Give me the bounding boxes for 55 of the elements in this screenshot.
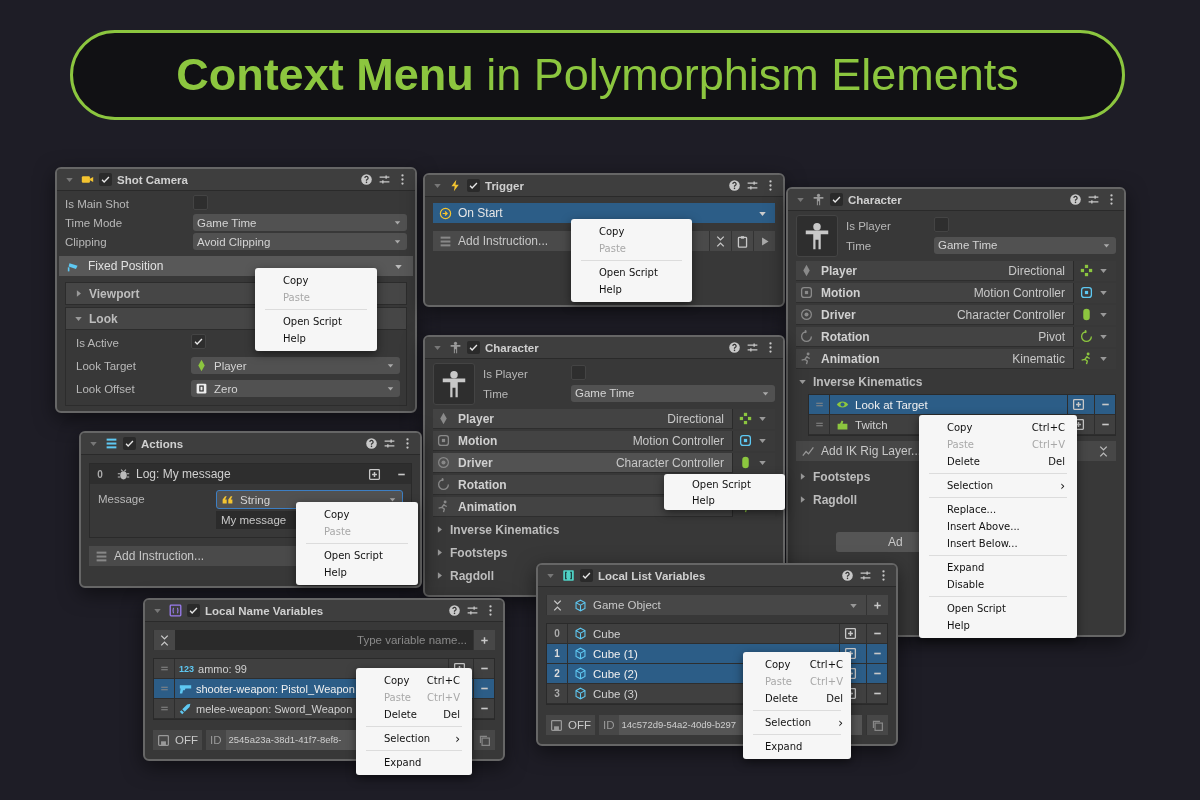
id-label: ID	[209, 734, 223, 746]
item-label: Cube	[593, 627, 621, 640]
panel-title: Shot Camera	[117, 173, 188, 186]
panel-title: Character	[848, 193, 902, 206]
field-label: Is Main Shot	[65, 197, 130, 212]
panel-title: Local List Variables	[598, 569, 706, 582]
field-label: Look Target	[76, 359, 137, 374]
module-label: Player	[458, 411, 495, 426]
field-label: Time	[483, 386, 510, 402]
module-value: Motion Controller	[632, 433, 724, 448]
item-label: Twitch	[855, 418, 888, 431]
item-label: shooter-weapon: Pistol_Weapon	[196, 682, 355, 695]
panel-title: Local Name Variables	[205, 604, 324, 617]
item-label: Look at Target	[855, 398, 928, 411]
item-index: 3	[547, 684, 568, 703]
field-label: Time	[846, 238, 873, 254]
module-label: Animation	[821, 351, 880, 366]
item-label: Cube (1)	[593, 647, 638, 660]
item-label: Cube (3)	[593, 687, 638, 700]
module-label: Animation	[458, 499, 517, 514]
module-label: Driver	[821, 307, 856, 322]
instruction-label: Log: My message	[136, 467, 231, 481]
module-value: Directional	[667, 411, 724, 426]
type-tag: 123	[179, 663, 195, 674]
item-label: Cube (2)	[593, 667, 638, 680]
module-value: Kinematic	[1012, 351, 1065, 366]
field-label: Message	[98, 492, 146, 507]
field-label: Clipping	[65, 235, 108, 250]
item-index: 0	[547, 624, 568, 643]
headline: Context Menu in Polymorphism Elements	[176, 49, 1019, 101]
field-label: Look Offset	[76, 382, 136, 397]
item-index: 0	[90, 464, 111, 484]
item-index: 2	[547, 664, 568, 683]
module-value: Character Controller	[615, 455, 724, 470]
module-label: Rotation	[821, 329, 870, 344]
item-label: ammo: 99	[198, 662, 247, 675]
item-label: melee-weapon: Sword_Weapon	[196, 702, 353, 715]
module-label: Motion	[821, 285, 861, 300]
panel-title: Actions	[141, 437, 184, 450]
module-value: Pivot	[1038, 329, 1065, 344]
module-value: Directional	[1008, 263, 1065, 278]
module-value: Character Controller	[956, 307, 1065, 322]
panel-title: Trigger	[485, 179, 524, 192]
id-label: ID	[602, 719, 616, 731]
module-value: Motion Controller	[973, 285, 1065, 300]
field-label: Is Active	[76, 336, 120, 351]
item-index: 1	[547, 644, 568, 663]
field-label: Is Player	[846, 218, 892, 234]
module-label: Rotation	[458, 477, 507, 492]
panel-title: Character	[485, 341, 539, 354]
module-label: Player	[821, 263, 858, 278]
field-label: Is Player	[483, 366, 529, 382]
module-label: Motion	[458, 433, 498, 448]
module-label: Driver	[458, 455, 493, 470]
field-label: Time Mode	[65, 216, 124, 231]
